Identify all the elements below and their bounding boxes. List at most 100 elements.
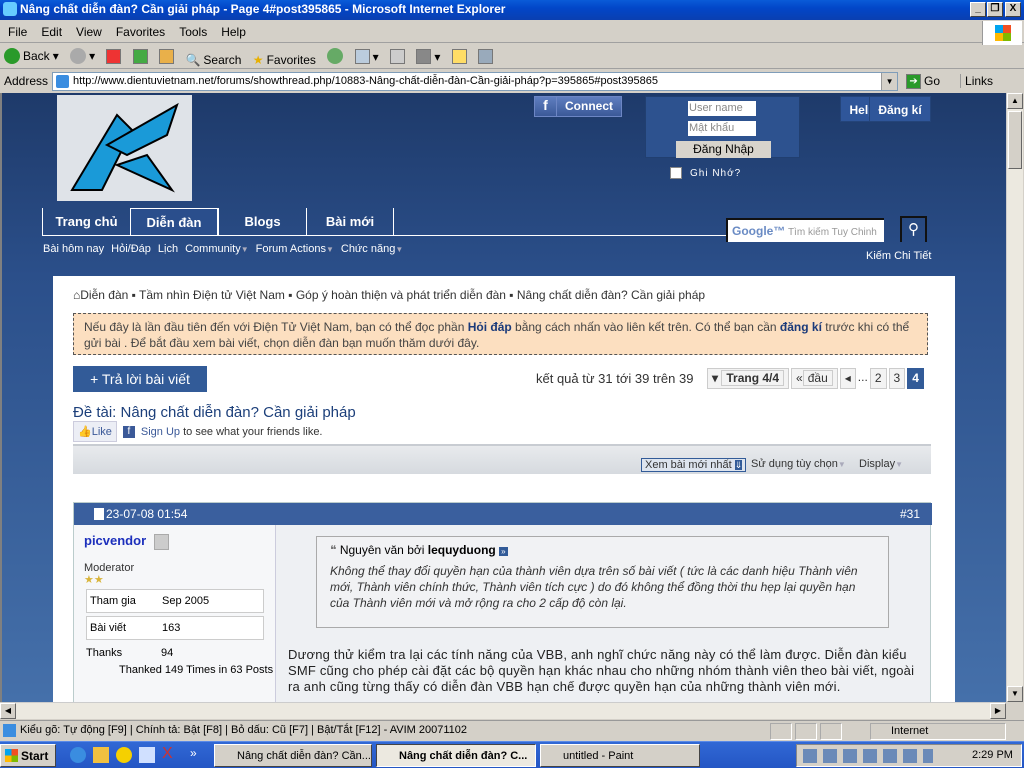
vertical-scrollbar[interactable]: ▲ ▼: [1006, 93, 1023, 702]
advanced-search-link[interactable]: Kiếm Chi Tiết: [866, 250, 931, 262]
scroll-down-button[interactable]: ▼: [1007, 686, 1023, 702]
search-button[interactable]: 🔍 Search: [185, 51, 241, 69]
scroll-up-button[interactable]: ▲: [1007, 93, 1023, 109]
address-input[interactable]: http://www.dientuvietnam.net/forums/show…: [52, 71, 899, 91]
username-link[interactable]: picvendor: [84, 533, 146, 548]
clock: 2:29 PM: [972, 749, 1013, 761]
reply-button[interactable]: + Trả lời bài viết: [73, 366, 207, 392]
favorites-button[interactable]: ★ Favorites: [253, 51, 316, 69]
pagination: ▾ Trang 4/4 «đầu ◂ ... 2 3 4: [707, 368, 924, 389]
remember-me[interactable]: Ghi Nhớ?: [670, 167, 741, 179]
window-title: Nâng chất diễn đàn? Cần giải pháp - Page…: [20, 2, 506, 16]
faq-link[interactable]: Hỏi đáp: [468, 320, 512, 334]
site-logo[interactable]: [57, 95, 192, 201]
status-bar: Kiểu gõ: Tự động [F9] | Chính tả: Bật [F…: [0, 720, 1024, 741]
taskbar-firefox-window[interactable]: Nâng chất diễn đàn? Cần...: [214, 744, 372, 767]
stop-button[interactable]: [106, 48, 122, 66]
notepad-quicklaunch-icon[interactable]: [139, 747, 155, 763]
back-button[interactable]: Back ▾: [4, 47, 59, 65]
register-link[interactable]: đăng kí: [780, 320, 822, 334]
menu-favorites[interactable]: Favorites: [108, 21, 171, 39]
remember-checkbox[interactable]: [670, 167, 682, 179]
newest-post-button[interactable]: Xem bài mới nhất ⇓: [641, 458, 747, 472]
start-button[interactable]: Start: [0, 744, 56, 767]
security-zone: Internet: [870, 723, 1006, 740]
search-button[interactable]: ⚲: [900, 216, 927, 242]
facebook-connect-button[interactable]: f Connect: [534, 96, 622, 117]
links-button[interactable]: Links: [960, 74, 993, 88]
mail-button[interactable]: ▾: [354, 48, 379, 66]
subnav-functions[interactable]: Chức năng▼: [341, 243, 403, 255]
print-button[interactable]: [389, 48, 405, 66]
breadcrumb-item[interactable]: Diễn đàn: [80, 288, 128, 302]
scroll-right-button[interactable]: ▶: [990, 703, 1006, 719]
tab-home[interactable]: Trang chủ: [42, 208, 130, 235]
scroll-thumb[interactable]: [1008, 111, 1022, 169]
first-page-button[interactable]: «đầu: [791, 368, 838, 389]
folder-quicklaunch-icon[interactable]: [93, 747, 109, 763]
register-button[interactable]: Đăng kí: [869, 96, 931, 122]
view-post-icon[interactable]: »: [499, 547, 508, 556]
login-button[interactable]: Đăng Nhập: [676, 141, 771, 158]
tray-icons[interactable]: [803, 749, 933, 763]
page-3[interactable]: 3: [888, 368, 906, 389]
edit-button[interactable]: ▾: [416, 48, 440, 66]
like-button[interactable]: 👍Like: [73, 421, 117, 442]
password-input[interactable]: Mật khẩu: [688, 121, 756, 136]
scroll-left-button[interactable]: ◀: [0, 703, 16, 719]
subnav-faq[interactable]: Hỏi/Đáp: [111, 243, 151, 255]
tab-new-posts[interactable]: Bài mới: [306, 208, 394, 235]
welcome-notice: Nếu đây là lần đầu tiên đến với Điện Tử …: [73, 313, 928, 355]
username-input[interactable]: User name: [688, 101, 756, 116]
menu-edit[interactable]: Edit: [33, 21, 68, 39]
pager-ellipsis: ...: [857, 370, 868, 384]
forward-button[interactable]: ▾: [70, 47, 95, 65]
menu-help[interactable]: Help: [213, 21, 252, 39]
subnav-calendar[interactable]: Lịch: [158, 243, 178, 255]
address-dropdown[interactable]: ▼: [881, 72, 898, 90]
quote-text: Không thể thay đổi quyền hạn của thành v…: [330, 564, 858, 610]
dropdown-arrow-icon: ▼: [837, 460, 846, 469]
menu-tools[interactable]: Tools: [171, 21, 213, 39]
print-icon: [389, 49, 405, 64]
breadcrumb-item[interactable]: Tầm nhìn Điện tử Việt Nam: [139, 288, 285, 302]
thread-title: Đề tài: Nâng chất diễn đàn? Cần giải phá…: [73, 404, 356, 421]
page-2[interactable]: 2: [869, 368, 887, 389]
thanked-summary: Thanked 149 Times in 63 Posts: [119, 664, 274, 676]
display-dropdown[interactable]: Display▼: [859, 458, 903, 470]
home-button[interactable]: [159, 48, 175, 66]
breadcrumb-item[interactable]: Góp ý hoàn thiện và phát triển diễn đàn: [296, 288, 506, 302]
tab-blogs[interactable]: Blogs: [218, 208, 306, 235]
popup-blocker-icon[interactable]: [820, 723, 842, 740]
refresh-button[interactable]: [132, 48, 148, 66]
post-number[interactable]: #31: [900, 503, 920, 525]
taskbar-paint-window[interactable]: untitled - Paint: [540, 744, 700, 767]
signup-link[interactable]: Sign Up: [141, 426, 180, 438]
taskbar-ie-window[interactable]: Nâng chất diễn đàn? C...: [376, 744, 536, 767]
horizontal-scrollbar[interactable]: ◀ ▶: [0, 702, 1006, 719]
prev-page-button[interactable]: ◂: [839, 368, 856, 389]
more-quicklaunch-button[interactable]: »: [190, 746, 197, 760]
menu-view[interactable]: View: [68, 21, 108, 39]
maximize-button[interactable]: ❐: [987, 2, 1003, 17]
subnav-forum-actions[interactable]: Forum Actions▼: [256, 243, 334, 255]
tab-forum[interactable]: Diễn đàn: [130, 208, 218, 235]
page-jump-dropdown[interactable]: ▾ Trang 4/4: [707, 368, 790, 389]
thread-options-dropdown[interactable]: Sử dụng tùy chọn▼: [751, 458, 846, 470]
media-button[interactable]: [327, 47, 344, 65]
dropdown-arrow-icon: ▼: [240, 245, 249, 254]
research-button[interactable]: [478, 48, 494, 66]
post-count-row: Bài viết 163: [86, 616, 264, 640]
ie-quicklaunch-icon[interactable]: [70, 747, 86, 763]
close-button[interactable]: X: [1005, 2, 1021, 17]
app-quicklaunch-icon[interactable]: X: [162, 745, 173, 763]
subnav-today[interactable]: Bài hôm nay: [43, 243, 104, 255]
go-button[interactable]: ➔ Go: [906, 73, 940, 89]
messenger-quicklaunch-icon[interactable]: [116, 747, 132, 763]
menu-file[interactable]: File: [0, 21, 33, 39]
minimize-button[interactable]: _: [970, 2, 986, 17]
status-cell: [770, 723, 792, 740]
discuss-button[interactable]: [451, 48, 467, 66]
subnav-community[interactable]: Community▼: [185, 243, 249, 255]
search-input[interactable]: Google™ Tìm kiếm Tuy Chinh: [726, 218, 884, 242]
